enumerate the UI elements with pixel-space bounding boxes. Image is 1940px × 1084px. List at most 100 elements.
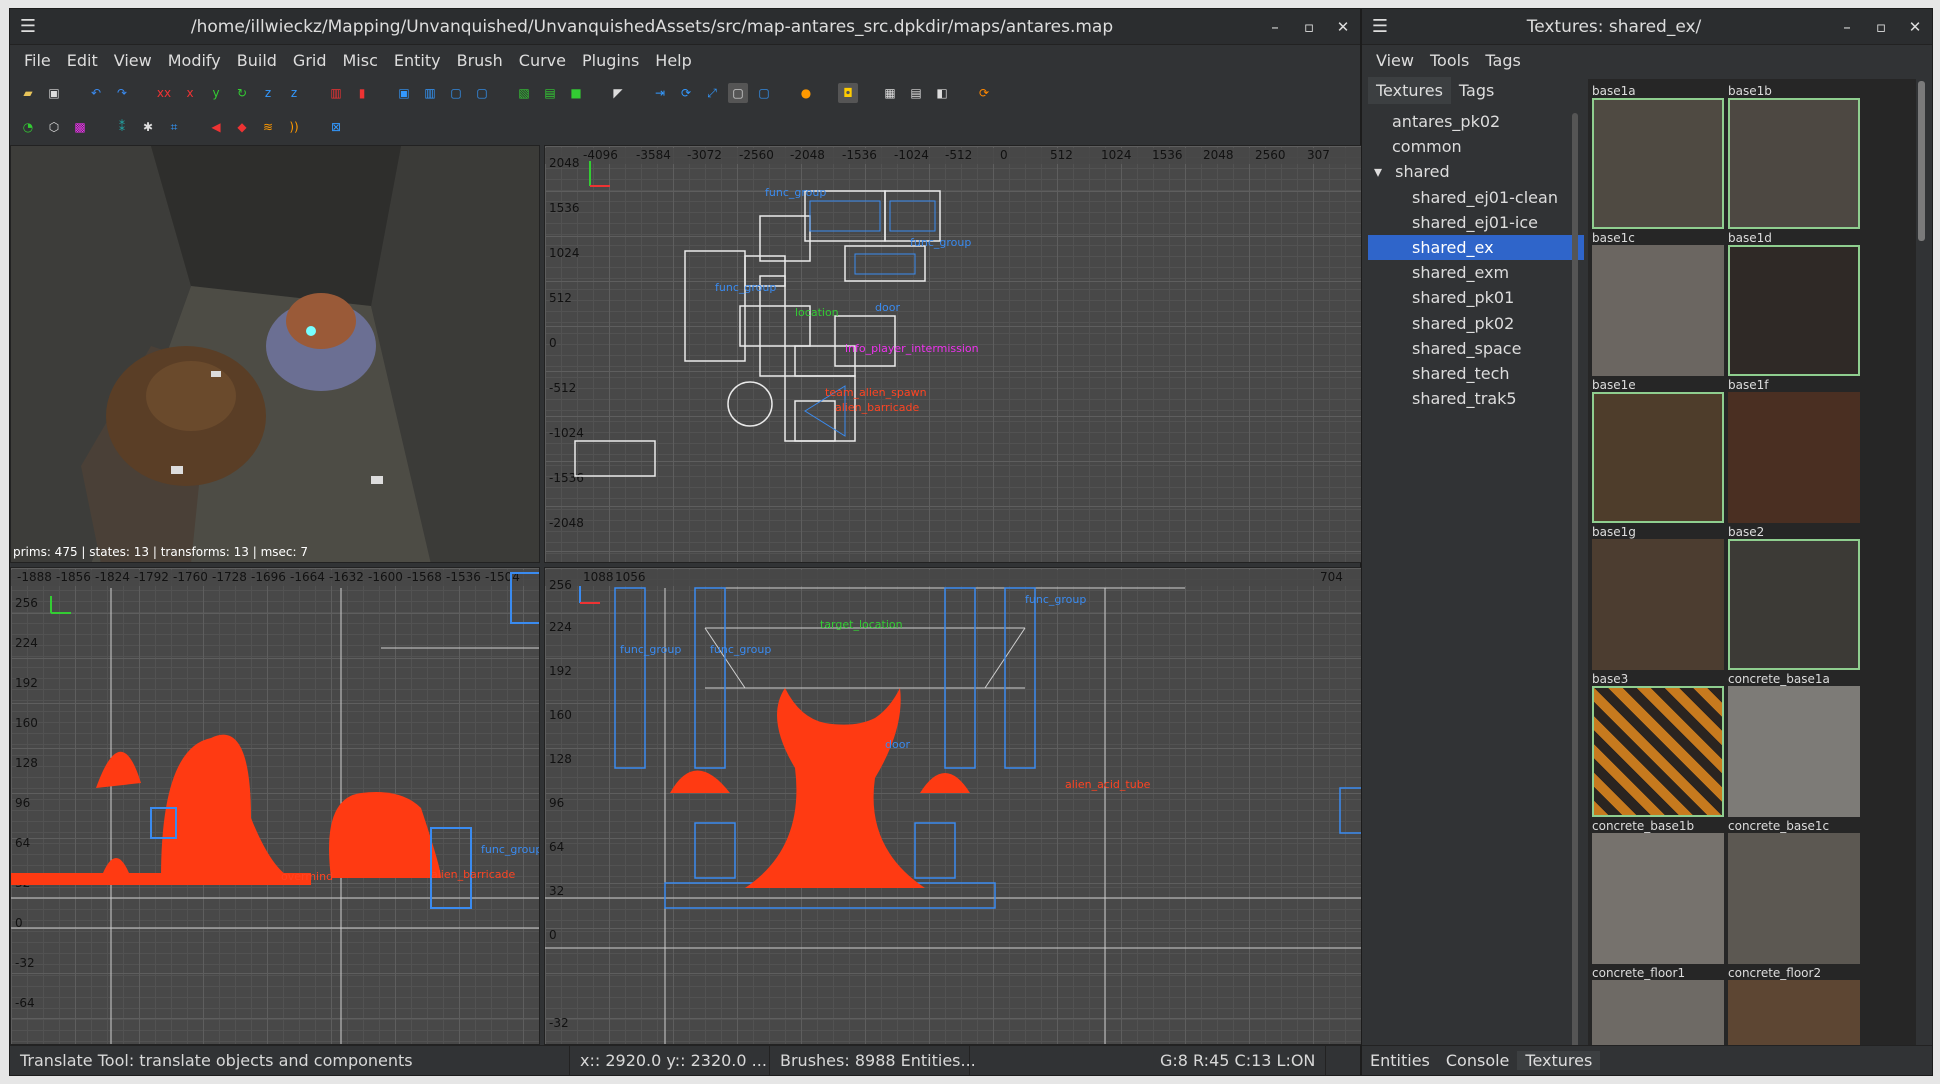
refresh-icon[interactable]: ⟳	[974, 83, 994, 103]
expand-arrow-icon[interactable]: ▾	[1374, 162, 1387, 181]
brush-cone-icon[interactable]: ■	[566, 83, 586, 103]
menu-modify[interactable]: Modify	[160, 51, 229, 70]
csg-subtract-icon[interactable]: ▥	[326, 83, 346, 103]
scale-icon[interactable]: ⤢	[702, 83, 722, 103]
tree-scrollbar[interactable]	[1572, 113, 1578, 1049]
side-view-right[interactable]: 1088 1056 704 256 224 192 160 128 96 64 …	[544, 567, 1362, 1045]
save-icon[interactable]: ▣	[44, 83, 64, 103]
texture-thumbnail[interactable]: base1f	[1728, 379, 1860, 523]
rotate-x-icon[interactable]: x	[180, 83, 200, 103]
texture-scrollbar[interactable]	[1918, 81, 1925, 241]
undo-icon[interactable]: ↶	[86, 83, 106, 103]
texture-thumbnail[interactable]: concrete_base1a	[1728, 673, 1860, 817]
patch-icon[interactable]: ●	[796, 83, 816, 103]
select-touching-icon[interactable]: ▥	[420, 83, 440, 103]
plugin-red1-icon[interactable]: ◀	[206, 117, 226, 137]
brush-prism-icon[interactable]: ▤	[540, 83, 560, 103]
texture-browser-icon[interactable]: ▤	[906, 83, 926, 103]
texture-thumbnail[interactable]: concrete_floor2	[1728, 967, 1860, 1049]
plugin-orange2-icon[interactable]: ))	[284, 117, 304, 137]
hamburger-menu-icon[interactable]: ☰	[10, 16, 46, 37]
flip-y-icon[interactable]: y	[206, 83, 226, 103]
plugin-teal-icon[interactable]: ⁑	[112, 117, 132, 137]
open-icon[interactable]: ▰	[18, 83, 38, 103]
plugin-cycle-icon[interactable]: ◔	[18, 117, 38, 137]
maximize-icon[interactable]: ▫	[1292, 18, 1326, 36]
texture-thumbnail[interactable]: base1c	[1592, 232, 1724, 376]
texture-lock-icon[interactable]: ▦	[880, 83, 900, 103]
texture-menu-tags[interactable]: Tags	[1477, 51, 1528, 70]
tree-item[interactable]: shared_ej01-clean	[1368, 185, 1584, 210]
plugin-red2-icon[interactable]: ◆	[232, 117, 252, 137]
menu-grid[interactable]: Grid	[285, 51, 335, 70]
texture-thumbnail[interactable]: base1b	[1728, 85, 1860, 229]
tree-item-selected[interactable]: shared_ex	[1368, 234, 1584, 261]
flip-z-icon[interactable]: z	[258, 83, 278, 103]
tree-item[interactable]: antares_pk02	[1368, 109, 1584, 134]
surface-inspector-icon[interactable]: ◧	[932, 83, 952, 103]
plugin-hex-icon[interactable]: ⬡	[44, 117, 64, 137]
menu-build[interactable]: Build	[229, 51, 285, 70]
tree-item[interactable]: shared_trak5	[1368, 386, 1584, 411]
texture-hamburger-icon[interactable]: ☰	[1362, 16, 1398, 37]
tab-textures-bottom[interactable]: Textures	[1517, 1051, 1601, 1070]
texture-menu-tools[interactable]: Tools	[1422, 51, 1477, 70]
tree-item[interactable]: shared_ej01-ice	[1368, 210, 1584, 235]
tree-item[interactable]: shared_exm	[1368, 260, 1584, 285]
resize-icon[interactable]: ▢	[754, 83, 774, 103]
texture-thumbnail[interactable]: base3	[1592, 673, 1724, 817]
tree-item-expanded[interactable]: ▾ shared	[1368, 159, 1584, 184]
close-icon[interactable]: ✕	[1326, 18, 1360, 36]
tab-tags[interactable]: Tags	[1451, 77, 1502, 104]
rotate-icon[interactable]: ⟳	[676, 83, 696, 103]
texture-close-icon[interactable]: ✕	[1898, 18, 1932, 36]
tree-item[interactable]: shared_pk01	[1368, 285, 1584, 310]
menu-plugins[interactable]: Plugins	[574, 51, 647, 70]
side-view-left[interactable]: -1888 -1856 -1824 -1792 -1760 -1728 -169…	[10, 567, 540, 1045]
top-view[interactable]: -4096 -3584 -3072 -2560 -2048 -1536 -102…	[544, 145, 1362, 563]
texture-maximize-icon[interactable]: ▫	[1864, 18, 1898, 36]
rotate-y-icon[interactable]: ↻	[232, 83, 252, 103]
tab-entities[interactable]: Entities	[1362, 1051, 1438, 1070]
texture-thumbnail[interactable]: base1g	[1592, 526, 1724, 670]
select-inside-icon[interactable]: ▣	[394, 83, 414, 103]
menu-curve[interactable]: Curve	[511, 51, 574, 70]
texture-thumbnail[interactable]: concrete_base1b	[1592, 820, 1724, 964]
drag-icon[interactable]: ▢	[728, 83, 748, 103]
camera-view[interactable]: prims: 475 | states: 13 | transforms: 13…	[10, 145, 540, 563]
menu-misc[interactable]: Misc	[335, 51, 386, 70]
tree-item[interactable]: shared_pk02	[1368, 311, 1584, 336]
texture-menu-view[interactable]: View	[1368, 51, 1422, 70]
select-complete-icon[interactable]: ▢	[472, 83, 492, 103]
tree-item[interactable]: shared_space	[1368, 336, 1584, 361]
tab-console[interactable]: Console	[1438, 1051, 1518, 1070]
select-partial-icon[interactable]: ▢	[446, 83, 466, 103]
tree-item[interactable]: shared_tech	[1368, 361, 1584, 386]
texture-thumbnail[interactable]: concrete_base1c	[1728, 820, 1860, 964]
texture-thumbnail[interactable]: base1d	[1728, 232, 1860, 376]
flip-x-icon[interactable]: xx	[154, 83, 174, 103]
menu-edit[interactable]: Edit	[59, 51, 106, 70]
csg-merge-icon[interactable]: ▮	[352, 83, 372, 103]
lock-icon[interactable]: ◘	[838, 83, 858, 103]
tab-textures[interactable]: Textures	[1368, 77, 1451, 104]
texture-thumbnail[interactable]: base2	[1728, 526, 1860, 670]
texture-minimize-icon[interactable]: –	[1830, 18, 1864, 36]
menu-help[interactable]: Help	[647, 51, 699, 70]
menu-entity[interactable]: Entity	[386, 51, 449, 70]
tree-item[interactable]: common	[1368, 134, 1584, 159]
plugin-orange1-icon[interactable]: ≋	[258, 117, 278, 137]
menu-file[interactable]: File	[16, 51, 59, 70]
texture-thumbnail[interactable]: concrete_floor1	[1592, 967, 1724, 1049]
texture-thumbnail[interactable]: base1e	[1592, 379, 1724, 523]
brush-cube-icon[interactable]: ▧	[514, 83, 534, 103]
plugin-bug-icon[interactable]: ✱	[138, 117, 158, 137]
menu-brush[interactable]: Brush	[449, 51, 511, 70]
texture-thumbnail[interactable]: base1a	[1592, 85, 1724, 229]
plugin-cross-icon[interactable]: ⊠	[326, 117, 346, 137]
rotate-z-icon[interactable]: z	[284, 83, 304, 103]
translate-icon[interactable]: ⇥	[650, 83, 670, 103]
minimize-icon[interactable]: –	[1258, 18, 1292, 36]
plugin-grid-icon[interactable]: ⌗	[164, 117, 184, 137]
redo-icon[interactable]: ↷	[112, 83, 132, 103]
